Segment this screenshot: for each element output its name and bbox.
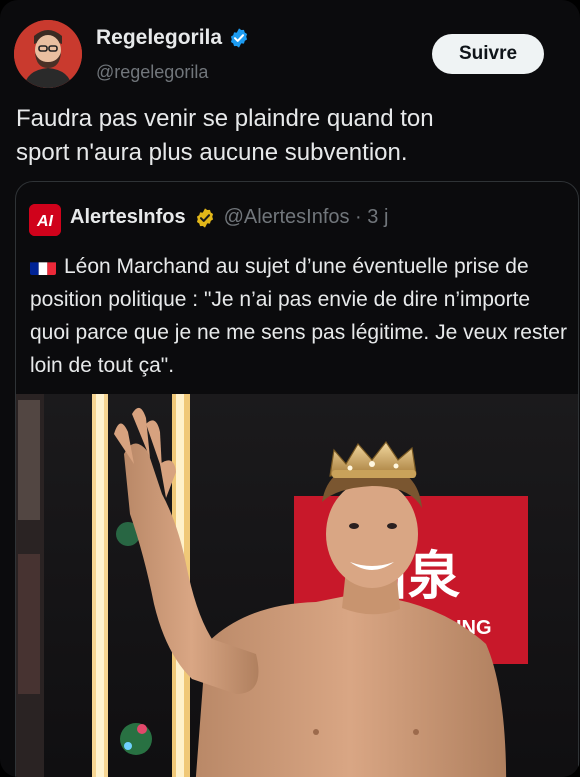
follow-button[interactable]: Suivre (432, 34, 544, 74)
quoted-meta[interactable]: @AlertesInfos · 3 j (224, 206, 389, 229)
quoted-text-block: Léon Marchand au sujet d’une éventuelle … (30, 250, 570, 382)
post-text: Faudra pas venir se plaindre quand ton s… (16, 105, 434, 166)
quoted-author-name[interactable]: AlertesInfos (70, 206, 186, 229)
france-flag-icon (30, 257, 56, 275)
logo-text: AI (36, 213, 54, 230)
quoted-photo[interactable]: 山泉 ING (16, 394, 578, 777)
post-header: Regelegorila @regelegorila Suivre (0, 0, 580, 96)
alertesinfos-logo: AI (29, 204, 61, 236)
avatar[interactable] (14, 20, 82, 88)
verified-badge-icon (230, 28, 248, 48)
post-card: Regelegorila @regelegorila Suivre Faudra… (0, 0, 580, 777)
author-name[interactable]: Regelegorila (96, 26, 222, 50)
gold-verified-badge-icon (196, 207, 213, 228)
quoted-post[interactable]: AI AlertesInfos @AlertesInfos · 3 j Léon… (15, 181, 579, 777)
quoted-text: Léon Marchand au sujet d’une éventuelle … (30, 255, 567, 377)
author-handle[interactable]: @regelegorila (96, 62, 208, 83)
